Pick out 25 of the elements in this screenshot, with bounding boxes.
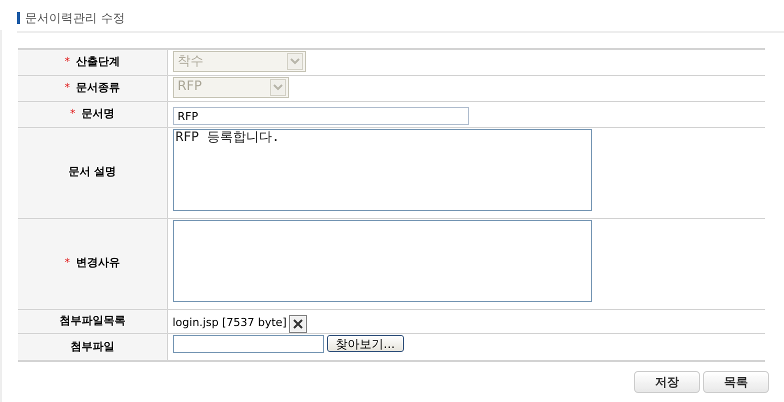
required-mark: * [64, 55, 70, 68]
browse-button[interactable]: 찾아보기... [326, 335, 404, 352]
field-label: * 변경사유 [18, 218, 167, 309]
close-icon [292, 318, 303, 328]
file-path-field[interactable] [172, 334, 324, 352]
delete-file-button[interactable] [288, 314, 307, 332]
required-mark: * [64, 256, 70, 270]
chevron-down-icon [286, 53, 302, 70]
section-title: 문서이력관리 수정 [25, 10, 125, 27]
field-label: * 문서명 [18, 101, 167, 127]
file-name: login.jsp [7537 byte] [172, 315, 287, 332]
title-marker [17, 12, 20, 24]
save-button[interactable]: 저장 [634, 371, 700, 393]
required-mark: * [64, 80, 70, 94]
required-mark: * [70, 106, 76, 120]
field-label: 첨부파일목록 [18, 309, 167, 333]
text-field[interactable]: RFP [172, 107, 468, 125]
field-label: * 문서종류 [18, 75, 167, 101]
field-label: 문서 설명 [18, 127, 167, 218]
field-label: * 산출단계 [18, 49, 167, 75]
field-label: 첨부파일 [18, 333, 167, 361]
textarea-field[interactable]: RFP 등록합니다. [172, 128, 592, 210]
textarea-field[interactable] [172, 220, 592, 302]
list-button[interactable]: 목록 [703, 371, 769, 393]
chevron-down-icon [270, 78, 286, 96]
